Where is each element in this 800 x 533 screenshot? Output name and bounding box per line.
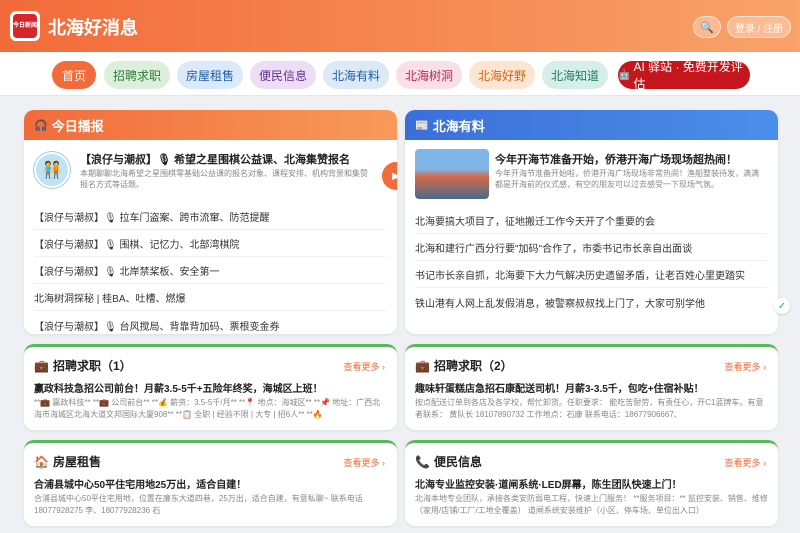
today-broadcast-header: 🎧 今日播报 <box>24 110 397 140</box>
youliao-header: 📰 北海有料 <box>405 110 778 140</box>
nav-ai-label: AI 驿站 · 免费开发评估 <box>633 60 743 91</box>
phone-icon: 📞 <box>415 454 430 469</box>
section-title: 💼 招聘求职（1） <box>34 357 132 374</box>
jobs-section-2: 💼 招聘求职（2） 查看更多 › 趣味轩蛋糕店急招石康配送司机！月薪3-3.5千… <box>405 344 778 430</box>
list-item[interactable]: 北海要搞大项目了，征地搬迁工作今天开了个重要的会 <box>415 208 767 234</box>
featured-podcast-title[interactable]: 【浪仔与潮叔】🎙 希望之星围棋公益课、北海集赞报名 <box>80 151 350 167</box>
list-item[interactable]: 【浪仔与潮叔】🎙 北岸禁桨板、安全第一 <box>34 258 386 284</box>
check-icon[interactable]: ✓ <box>774 298 790 314</box>
nav-zhidao[interactable]: 北海知道 <box>542 61 608 89</box>
today-broadcast-card: 🎧 今日播报 🧑‍🤝‍🧑 【浪仔与潮叔】🎙 希望之星围棋公益课、北海集赞报名 本… <box>24 110 397 334</box>
section-title-label: 便民信息 <box>433 455 482 469</box>
nav-youliao[interactable]: 北海有料 <box>323 61 389 89</box>
search-icon[interactable]: 🔍 <box>693 16 721 38</box>
section-body: 按点配送订单到各店及各学校，帮忙卸货。任职要求： 能吃苦耐劳，有责任心，开C1蓝… <box>415 398 764 419</box>
housing-section: 🏠 房屋租售 查看更多 › 合浦县城中心50平住宅用地25万出，适合自建！ 合浦… <box>24 440 397 526</box>
site-logo[interactable]: 今日新闻 <box>10 11 40 41</box>
section-title-label: 招聘求职（1） <box>52 359 132 373</box>
youliao-card: 📰 北海有料 今年开海节准备开始，侨港开海广场现场超热闹！ 今年开海节准备开始啦… <box>405 110 778 334</box>
section-body: 北海本地专业团队，承接各类安防弱电工程，快速上门服务！ **服务项目：** 监控… <box>415 494 768 515</box>
nav-home[interactable]: 首页 <box>52 61 96 89</box>
house-icon: 🏠 <box>34 454 49 469</box>
list-item[interactable]: 【浪仔与潮叔】🎙 拉车门盗案、跨市流窜、防范提醒 <box>34 204 386 230</box>
section-headline[interactable]: 合浦县城中心50平住宅用地25万出，适合自建！ <box>34 476 246 491</box>
newspaper-icon: 📰 <box>415 119 429 132</box>
nav-haoye[interactable]: 北海好野 <box>469 61 535 89</box>
featured-news-desc: 今年开海节准备开始啦，侨港开海广场现场非常热闹！渔船整装待发，满满都是开海前的仪… <box>495 169 759 189</box>
login-register-button[interactable]: 登录 / 注册 <box>727 16 791 38</box>
headphone-icon: 🎧 <box>34 119 48 132</box>
nav-jobs[interactable]: 招聘求职 <box>104 61 170 89</box>
section-title-label: 房屋租售 <box>52 455 101 469</box>
section-title: 🏠 房屋租售 <box>34 453 101 470</box>
section-headline[interactable]: 北海专业监控安装·道闸系统·LED屏幕，陈生团队快速上门！ <box>415 476 682 491</box>
list-item[interactable]: 【浪仔与潮叔】🎙 台风搅局、背靠背加码、票根变金券 <box>34 312 386 334</box>
list-item[interactable]: 【浪仔与潮叔】🎙 围棋、记忆力、北部湾棋院 <box>34 231 386 257</box>
nav-treehole[interactable]: 北海树洞 <box>396 61 462 89</box>
youliao-title: 北海有料 <box>432 118 485 134</box>
list-item[interactable]: 北海树洞探秘 | 桂BA、吐槽、燃爆 <box>34 285 386 311</box>
featured-podcast-desc: 本期聊聊北海希望之星围棋零基础公益课的报名对象、课程安排、机构背景和集赞报名方式… <box>80 169 368 189</box>
section-title: 📞 便民信息 <box>415 453 482 470</box>
nav-housing[interactable]: 房屋租售 <box>177 61 243 89</box>
list-item[interactable]: 北海和建行广西分行要"加码"合作了，市委书记市长亲自出面谈 <box>415 235 767 261</box>
list-item[interactable]: 铁山港有人网上乱发假消息，被警察叔叔找上门了，大家可别学他 <box>415 289 767 315</box>
section-body: **💼 赢政科技** **💼 公司前台** **💰 薪资：3.5-5千/月** … <box>34 398 381 419</box>
featured-news-image[interactable] <box>415 149 489 199</box>
section-headline[interactable]: 趣味轩蛋糕店急招石康配送司机！月薪3-3.5千，包吃+住宿补贴！ <box>415 380 704 395</box>
view-more-link[interactable]: 查看更多 › <box>344 456 386 469</box>
logo-icon: 今日新闻 <box>13 14 37 38</box>
briefcase-icon: 💼 <box>34 358 49 373</box>
section-title: 💼 招聘求职（2） <box>415 357 513 374</box>
podcast-avatar: 🧑‍🤝‍🧑 <box>34 152 70 188</box>
play-icon[interactable]: ▶ <box>382 162 397 190</box>
view-more-link[interactable]: 查看更多 › <box>725 456 767 469</box>
section-headline[interactable]: 赢政科技急招公司前台！月薪3.5-5千+五险年终奖，海城区上班！ <box>34 380 323 395</box>
nav-services[interactable]: 便民信息 <box>250 61 316 89</box>
main-nav: 首页 招聘求职 房屋租售 便民信息 北海有料 北海树洞 北海好野 北海知道 🤖 … <box>0 52 800 96</box>
jobs-section-1: 💼 招聘求职（1） 查看更多 › 赢政科技急招公司前台！月薪3.5-5千+五险年… <box>24 344 397 430</box>
view-more-link[interactable]: 查看更多 › <box>725 360 767 373</box>
today-broadcast-title: 今日播报 <box>51 118 104 134</box>
briefcase-icon: 💼 <box>415 358 430 373</box>
nav-ai-station[interactable]: 🤖 AI 驿站 · 免费开发评估 <box>618 60 750 91</box>
section-title-label: 招聘求职（2） <box>433 359 513 373</box>
ai-robot-icon: 🤖 <box>618 69 631 81</box>
list-item[interactable]: 书记市长亲自抓，北海要下大力气解决历史遗留矛盾，让老百姓心里更踏实 <box>415 262 767 288</box>
section-body: 合浦县城中心50平住宅用地，位置在廉东大道四巷，25万出，适合自建，有意私聊~ … <box>34 494 363 515</box>
site-header: 今日新闻 北海好消息 🔍 登录 / 注册 <box>0 0 800 52</box>
view-more-link[interactable]: 查看更多 › <box>344 360 386 373</box>
site-title[interactable]: 北海好消息 <box>48 14 138 40</box>
services-section: 📞 便民信息 查看更多 › 北海专业监控安装·道闸系统·LED屏幕，陈生团队快速… <box>405 440 778 526</box>
featured-news-title[interactable]: 今年开海节准备开始，侨港开海广场现场超热闹！ <box>495 151 737 167</box>
